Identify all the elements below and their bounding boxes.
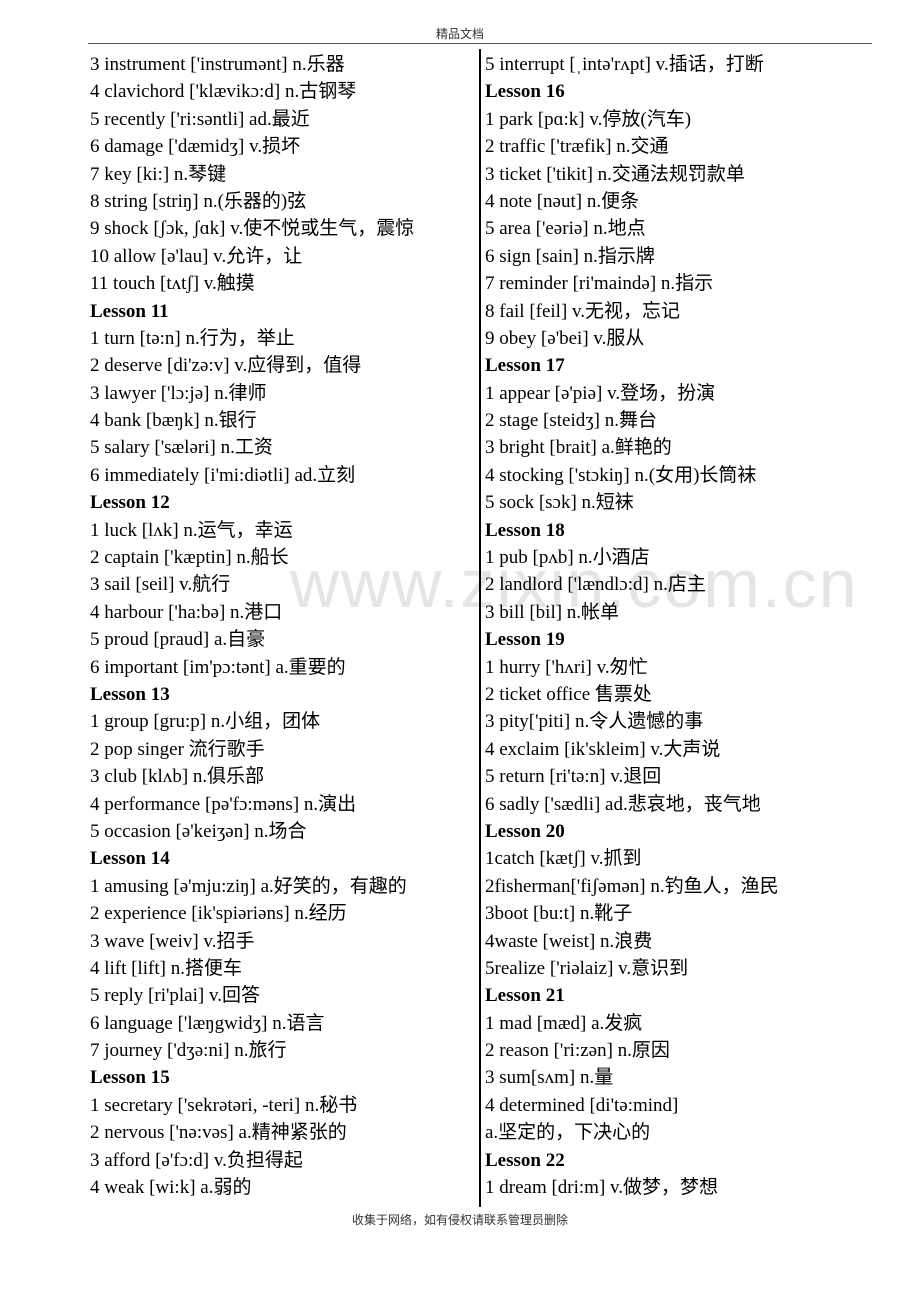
vocab-entry: 2 stage [steidʒ] n.舞台 — [485, 410, 658, 432]
vocab-entry: 6 damage ['dæmidʒ] v.损坏 — [90, 136, 301, 158]
vocab-entry: 1 group [gru:p] n.小组，团体 — [90, 711, 321, 733]
vocab-entry: 5 occasion [ə'keiʒən] n.场合 — [90, 820, 307, 842]
vocab-entry: 5 area ['eəriə] n.地点 — [485, 218, 646, 240]
lesson-heading: Lesson 17 — [485, 355, 565, 377]
vocab-entry: 1 turn [tə:n] n.行为，举止 — [90, 327, 295, 349]
vocab-entry: 6 sign [sain] n.指示牌 — [485, 245, 655, 267]
vocab-entry: 5 recently ['ri:səntli] ad.最近 — [90, 108, 310, 130]
vocab-entry: 2fisherman['fiʃəmən] n.钓鱼人，渔民 — [485, 875, 779, 897]
vocab-entry: 8 fail [feil] v.无视，忘记 — [485, 300, 681, 322]
right-column: 5 interrupt [ˌintə'rʌpt] v.插话，打断 Lesson 1… — [485, 51, 885, 1201]
vocab-entry: 6 language ['læŋgwidʒ] n.语言 — [90, 1012, 325, 1034]
lesson-heading: Lesson 15 — [90, 1067, 170, 1089]
lesson-heading: Lesson 19 — [485, 629, 565, 651]
vocab-entry: 3 sum[sʌm] n.量 — [485, 1067, 614, 1089]
vocab-entry: 2 landlord ['lændlɔ:d] n.店主 — [485, 574, 706, 596]
vocab-entry: 3 instrument ['instrumənt] n.乐器 — [90, 54, 345, 75]
vocab-entry: 5 reply [ri'plai] v.回答 — [90, 985, 260, 1007]
lesson-heading: Lesson 12 — [90, 492, 170, 514]
vocab-entry: 3 pity['piti] n.令人遗憾的事 — [485, 711, 704, 733]
vocab-entry: 3 wave [weiv] v.招手 — [90, 930, 255, 952]
vocab-entry: 10 allow [ə'lau] v.允许，让 — [90, 245, 303, 267]
vocab-entry: 7 reminder [ri'maində] n.指示 — [485, 273, 714, 295]
vocab-entry: 3 club [klʌb] n.俱乐部 — [90, 766, 265, 788]
vocab-entry: 4 clavichord ['klævikɔ:d] n.古钢琴 — [90, 81, 357, 103]
vocab-entry: 4 stocking ['stɔkiŋ] n.(女用)长筒袜 — [485, 464, 757, 486]
vocab-entry: 4 lift [lift] n.搭便车 — [90, 957, 242, 979]
lesson-heading: Lesson 22 — [485, 1149, 565, 1171]
vocab-entry: 1 appear [ə'piə] v.登场，扮演 — [485, 382, 716, 404]
vocab-entry: 2 experience [ik'spiəriəns] n.经历 — [90, 903, 347, 925]
lesson-heading: Lesson 13 — [90, 683, 170, 705]
lesson-heading: Lesson 14 — [90, 848, 170, 870]
lesson-heading: Lesson 18 — [485, 519, 565, 541]
page-header: 精品文档 — [435, 27, 484, 41]
vocab-entry: 4 determined [di'tə:mind] — [485, 1094, 679, 1116]
vocab-entry: 4 bank [bæŋk] n.银行 — [90, 410, 257, 432]
vocab-entry: 1 dream [dri:m] v.做梦，梦想 — [485, 1177, 719, 1199]
vocab-entry: 3 afford [ə'fɔ:d] v.负担得起 — [90, 1149, 303, 1171]
page-footer: 收集于网络，如有侵权请联系管理员删除 — [351, 1213, 568, 1227]
vocab-entry: 8 string [striŋ] n.(乐器的)弦 — [90, 190, 307, 212]
vocab-entry: 3 sail [seil] v.航行 — [90, 574, 231, 596]
vocab-entry: 1 hurry ['hʌri] v.匆忙 — [485, 656, 648, 678]
lesson-heading: Lesson 16 — [485, 81, 565, 103]
vocab-entry: 5 proud [praud] a.自豪 — [90, 629, 266, 651]
vocab-entry: 3 bill [bil] n.帐单 — [485, 601, 620, 623]
vocab-entry: 1 park [pɑ:k] v.停放(汽车) — [485, 108, 692, 130]
vocab-entry: 5 salary ['sæləri] n.工资 — [90, 437, 273, 459]
vocab-entry: 2 pop singer 流行歌手 — [90, 738, 265, 760]
vocab-entry: 4waste [weist] n.浪费 — [485, 930, 653, 952]
vocab-entry: 6 important [im'pɔ:tənt] a.重要的 — [90, 656, 346, 678]
column-divider — [479, 49, 481, 1207]
vocab-entry: 5 interrupt [ˌintə'rʌpt] v.插话，打断 — [485, 54, 764, 75]
vocab-entry: 4 note [nəut] n.便条 — [485, 190, 640, 212]
vocab-entry: 6 sadly ['sædli] ad.悲哀地，丧气地 — [485, 793, 761, 815]
vocab-entry: 7 key [ki:] n.琴键 — [90, 163, 227, 185]
vocab-entry: a.坚定的，下决心的 — [485, 1122, 651, 1144]
vocab-entry: 1 secretary ['sekrətəri, -teri] n.秘书 — [90, 1094, 358, 1116]
vocab-entry: 4 weak [wi:k] a.弱的 — [90, 1177, 252, 1199]
vocab-entry: 3boot [bu:t] n.靴子 — [485, 903, 633, 925]
vocab-entry: 9 shock [ʃɔk, ʃɑk] v.使不悦或生气，震惊 — [90, 218, 415, 240]
vocab-entry: 3 lawyer ['lɔ:jə] n.律师 — [90, 382, 267, 404]
vocab-entry: 11 touch [tʌtʃ] v.触摸 — [90, 273, 255, 295]
vocab-entry: 3 ticket ['tikit] n.交通法规罚款单 — [485, 163, 745, 185]
vocab-entry: 2 traffic ['træfik] n.交通 — [485, 136, 669, 158]
lesson-heading: Lesson 11 — [90, 300, 169, 322]
vocab-entry: 1 mad [mæd] a.发疯 — [485, 1012, 643, 1034]
vocab-entry: 1 luck [lʌk] n.运气，幸运 — [90, 519, 293, 541]
vocab-entry: 1 amusing [ə'mju:ziŋ] a.好笑的，有趣的 — [90, 875, 407, 897]
vocab-entry: 6 immediately [i'mi:diətli] ad.立刻 — [90, 464, 356, 486]
vocab-entry: 7 journey ['dʒə:ni] n.旅行 — [90, 1040, 287, 1062]
lesson-heading: Lesson 21 — [485, 985, 565, 1007]
vocab-entry: 2 nervous ['nə:vəs] a.精神紧张的 — [90, 1122, 347, 1144]
vocab-entry: 2 reason ['ri:zən] n.原因 — [485, 1040, 670, 1062]
vocab-entry: 4 exclaim [ik'skleim] v.大声说 — [485, 738, 721, 760]
left-column: 3 instrument ['instrumənt] n.乐器 4 clavich… — [90, 51, 478, 1201]
vocab-entry: 9 obey [ə'bei] v.服从 — [485, 327, 645, 349]
vocab-entry: 5 return [ri'tə:n] v.退回 — [485, 766, 662, 788]
vocab-entry: 3 bright [brait] a.鲜艳的 — [485, 437, 672, 459]
vocab-entry: 5realize ['riəlaiz] v.意识到 — [485, 957, 689, 979]
vocab-entry: 1catch [kætʃ] v.抓到 — [485, 848, 642, 870]
vocab-entry: 5 sock [sɔk] n.短袜 — [485, 492, 634, 514]
vocab-entry: 2 deserve [di'zə:v] v.应得到，值得 — [90, 355, 362, 377]
lesson-heading: Lesson 20 — [485, 820, 565, 842]
vocab-entry: 4 performance [pə'fɔ:məns] n.演出 — [90, 793, 357, 815]
header-rule — [88, 43, 872, 44]
vocab-entry: 2 ticket office 售票处 — [485, 683, 652, 705]
vocab-entry: 2 captain ['kæptin] n.船长 — [90, 547, 289, 569]
vocab-entry: 1 pub [pʌb] n.小酒店 — [485, 547, 650, 569]
vocab-entry: 4 harbour ['ha:bə] n.港口 — [90, 601, 283, 623]
